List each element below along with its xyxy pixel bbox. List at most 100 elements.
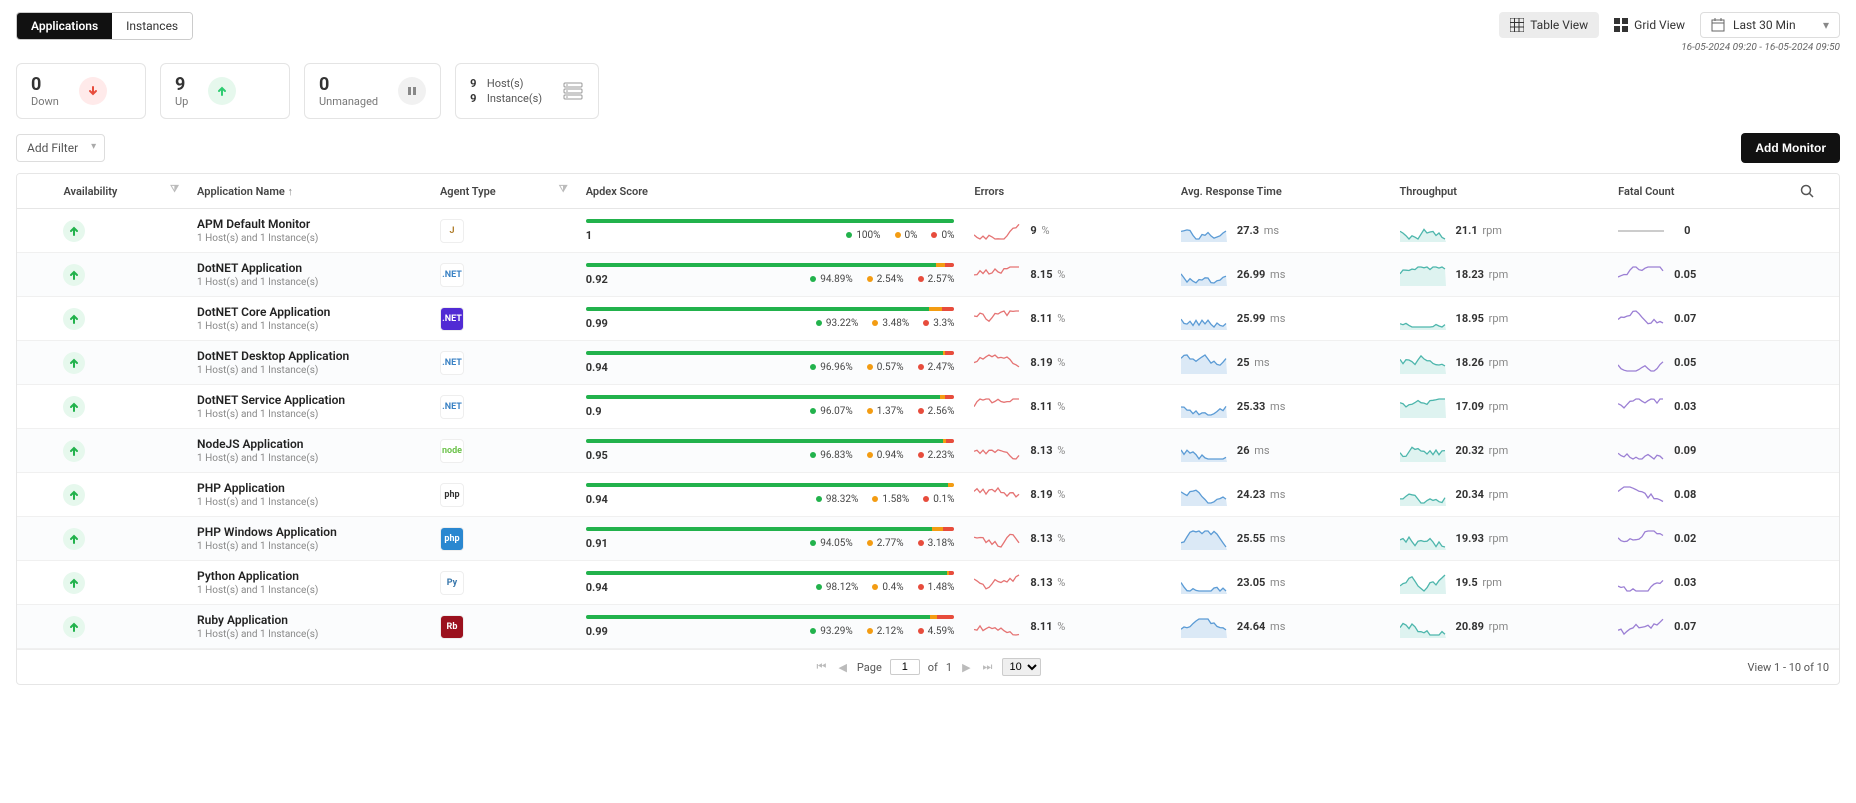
fatal-value: 0 [1684, 224, 1690, 237]
apdex-tolerating: 1.37% [867, 406, 904, 417]
application-name[interactable]: DotNET Service Application [197, 393, 420, 407]
tab-instances[interactable]: Instances [112, 13, 192, 39]
apdex-bar [586, 351, 955, 355]
apdex-bar [586, 439, 955, 443]
chevron-down-icon: ▾ [1823, 18, 1829, 32]
resp-unit: ms [1267, 312, 1285, 325]
server-icon [562, 80, 584, 102]
add-monitor-button[interactable]: Add Monitor [1741, 133, 1840, 163]
application-name[interactable]: DotNET Desktop Application [197, 349, 420, 363]
errors-unit: % [1055, 400, 1066, 413]
application-sub: 1 Host(s) and 1 Instance(s) [197, 497, 420, 508]
errors-value: 9 [1030, 224, 1036, 237]
application-name[interactable]: PHP Windows Application [197, 525, 420, 539]
table-row[interactable]: APM Default Monitor 1 Host(s) and 1 Inst… [17, 209, 1839, 253]
page-prev[interactable]: ◀ [836, 661, 848, 674]
table-row[interactable]: DotNET Service Application 1 Host(s) and… [17, 385, 1839, 429]
throughput-unit: rpm [1486, 268, 1508, 281]
of-label: of [928, 661, 938, 674]
apdex-satisfied: 94.05% [810, 538, 852, 549]
fatal-value: 0.05 [1674, 356, 1696, 369]
filter-icon[interactable]: ⧩ [559, 184, 568, 195]
apdex-satisfied: 96.96% [810, 362, 852, 373]
up-count: 9 [175, 74, 188, 95]
apdex-score: 0.95 [586, 449, 608, 462]
arrow-down-icon [79, 77, 107, 105]
time-range-text: 16-05-2024 09:20 - 16-05-2024 09:50 [1681, 42, 1840, 53]
apdex-score: 1 [586, 229, 592, 242]
table-row[interactable]: NodeJS Application 1 Host(s) and 1 Insta… [17, 429, 1839, 473]
page-last[interactable]: ⏭ [981, 660, 995, 674]
throughput-value: 18.23 [1456, 268, 1484, 281]
application-name[interactable]: Python Application [197, 569, 420, 583]
application-name[interactable]: DotNET Core Application [197, 305, 420, 319]
time-range-select[interactable]: Last 30 Min ▾ [1700, 12, 1840, 38]
table-row[interactable]: DotNET Application 1 Host(s) and 1 Insta… [17, 253, 1839, 297]
page-tabs: Applications Instances [16, 12, 193, 40]
table-row[interactable]: PHP Application 1 Host(s) and 1 Instance… [17, 473, 1839, 517]
page-first[interactable]: ⏮ [815, 660, 829, 674]
resp-unit: ms [1267, 400, 1285, 413]
card-unmanaged[interactable]: 0 Unmanaged [304, 63, 441, 119]
search-column[interactable] [1790, 174, 1839, 209]
resp-value: 24.23 [1237, 488, 1265, 501]
col-agent-type[interactable]: Agent Type⧩ [430, 174, 576, 209]
errors-value: 8.13 [1030, 444, 1052, 457]
add-filter-dropdown[interactable]: Add Filter [16, 134, 105, 162]
throughput-value: 20.32 [1456, 444, 1484, 457]
col-app-name[interactable]: Application Name ↑ [187, 174, 430, 209]
table-row[interactable]: DotNET Core Application 1 Host(s) and 1 … [17, 297, 1839, 341]
card-hosts[interactable]: 9 Host(s) 9 Instance(s) [455, 63, 599, 119]
table-view-button[interactable]: Table View [1499, 12, 1599, 38]
col-resp[interactable]: Avg. Response Time [1171, 174, 1390, 209]
apdex-frustrated: 1.48% [918, 582, 955, 593]
resp-value: 25.99 [1237, 312, 1265, 325]
agent-type-icon: node [440, 439, 464, 463]
col-throughput[interactable]: Throughput [1390, 174, 1609, 209]
errors-unit: % [1055, 488, 1066, 501]
grid-view-button[interactable]: Grid View [1603, 12, 1696, 38]
filter-icon[interactable]: ⧩ [170, 184, 179, 195]
resp-unit: ms [1267, 268, 1285, 281]
throughput-unit: rpm [1486, 620, 1508, 633]
fatal-value: 0.07 [1674, 312, 1696, 325]
apdex-frustrated: 0% [931, 230, 954, 241]
application-name[interactable]: NodeJS Application [197, 437, 420, 451]
col-apdex[interactable]: Apdex Score [576, 174, 965, 209]
errors-value: 8.19 [1030, 356, 1052, 369]
table-row[interactable]: Ruby Application 1 Host(s) and 1 Instanc… [17, 605, 1839, 649]
application-name[interactable]: DotNET Application [197, 261, 420, 275]
application-sub: 1 Host(s) and 1 Instance(s) [197, 233, 420, 244]
errors-unit: % [1055, 356, 1066, 369]
application-name[interactable]: PHP Application [197, 481, 420, 495]
total-pages: 1 [946, 661, 952, 674]
table-row[interactable]: DotNET Desktop Application 1 Host(s) and… [17, 341, 1839, 385]
resp-unit: ms [1267, 532, 1285, 545]
availability-up-icon [63, 440, 85, 462]
tab-applications[interactable]: Applications [17, 13, 112, 39]
apdex-frustrated: 2.57% [918, 274, 955, 285]
apdex-cell: 0.91 94.05% 2.77% 3.18% [586, 527, 955, 550]
col-fatal[interactable]: Fatal Count [1608, 174, 1790, 209]
resp-unit: ms [1267, 576, 1285, 589]
table-row[interactable]: PHP Windows Application 1 Host(s) and 1 … [17, 517, 1839, 561]
resp-unit: ms [1267, 620, 1285, 633]
view-info: View 1 - 10 of 10 [1748, 661, 1829, 674]
card-up[interactable]: 9 Up [160, 63, 290, 119]
page-input[interactable] [890, 659, 920, 675]
card-down[interactable]: 0 Down [16, 63, 146, 119]
apdex-frustrated: 3.18% [918, 538, 955, 549]
agent-type-icon: Py [440, 571, 464, 595]
col-availability[interactable]: Availability⧩ [53, 174, 187, 209]
grid-icon [1614, 18, 1628, 32]
apdex-tolerating: 0.94% [867, 450, 904, 461]
table-row[interactable]: Python Application 1 Host(s) and 1 Insta… [17, 561, 1839, 605]
application-name[interactable]: Ruby Application [197, 613, 420, 627]
page-size-select[interactable]: 10 [1002, 658, 1041, 676]
resp-unit: ms [1267, 488, 1285, 501]
col-errors[interactable]: Errors [964, 174, 1170, 209]
apdex-cell: 0.94 98.32% 1.58% 0.1% [586, 483, 955, 506]
application-name[interactable]: APM Default Monitor [197, 217, 420, 231]
page-next[interactable]: ▶ [960, 661, 972, 674]
up-label: Up [175, 95, 188, 108]
